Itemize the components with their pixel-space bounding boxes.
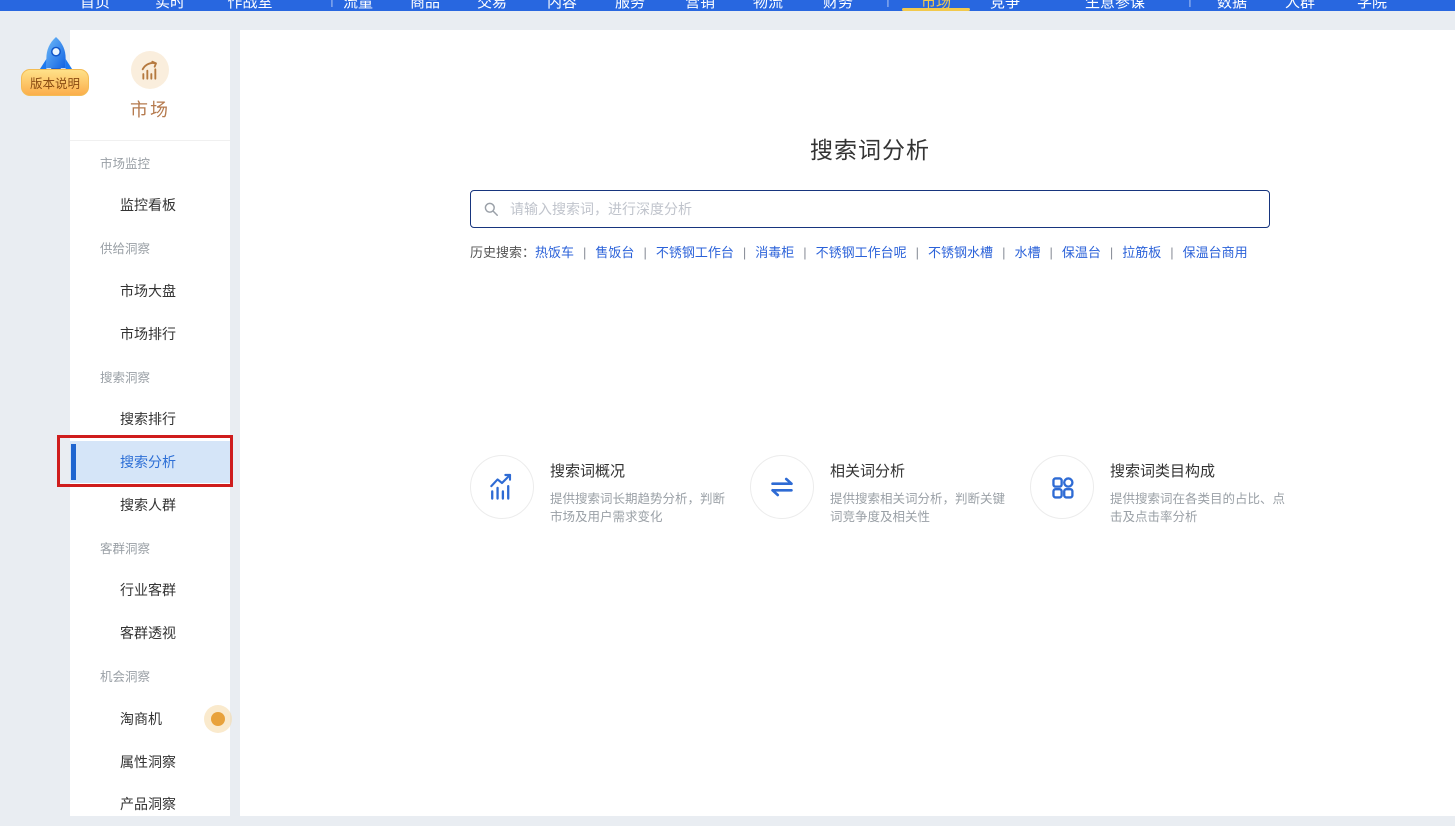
feature-desc: 提供搜索词长期趋势分析，判断市场及用户需求变化 <box>550 490 728 526</box>
sidebar-section-search: 搜索洞察 <box>70 355 230 398</box>
sidebar-title: 市场 <box>70 96 230 122</box>
sidebar-item-search-audience[interactable]: 搜索人群 <box>70 483 230 526</box>
topnav-item[interactable]: 实时 <box>155 0 185 11</box>
feature-cards: 搜索词概况 提供搜索词长期趋势分析，判断市场及用户需求变化 相关词分析 提供搜索… <box>470 455 1290 526</box>
topnav-item[interactable]: 流量 <box>343 0 373 11</box>
history-term[interactable]: 不锈钢工作台呢 <box>794 242 906 261</box>
topnav-divider <box>886 0 890 7</box>
sidebar-section-supply: 供给洞察 <box>70 227 230 270</box>
history-term[interactable]: 保温台商用 <box>1161 242 1247 261</box>
topnav-item[interactable]: 交易 <box>477 0 507 11</box>
sidebar-item-attribute-insight[interactable]: 属性洞察 <box>70 740 230 783</box>
feature-title: 搜索词概况 <box>550 460 728 481</box>
feature-card-keyword-overview[interactable]: 搜索词概况 提供搜索词长期趋势分析，判断市场及用户需求变化 <box>470 455 730 526</box>
topnav-item[interactable]: 物流 <box>753 0 783 11</box>
page-title: 搜索词分析 <box>470 131 1270 165</box>
history-term[interactable]: 拉筋板 <box>1101 242 1161 261</box>
topnav-item[interactable]: 财务 <box>823 0 853 11</box>
topnav-item[interactable]: 生意参谋 <box>1085 0 1145 11</box>
swap-arrows-icon <box>750 455 814 519</box>
trend-chart-icon <box>470 455 534 519</box>
search-box[interactable] <box>470 190 1270 228</box>
sidebar-item-label: 淘商机 <box>120 709 162 729</box>
topnav-divider <box>330 0 334 7</box>
sidebar-item-product-insight[interactable]: 产品洞察 <box>70 783 230 826</box>
sidebar-item-search-analysis[interactable]: 搜索分析 <box>70 441 230 484</box>
topnav-item[interactable]: 服务 <box>615 0 645 11</box>
sidebar-section-market-monitor: 市场监控 <box>70 141 230 184</box>
topnav-item[interactable]: 营销 <box>685 0 715 11</box>
sidebar-header: 市场 <box>70 30 230 141</box>
history-term[interactable]: 水槽 <box>993 242 1040 261</box>
sidebar-item-search-ranking[interactable]: 搜索排行 <box>70 398 230 441</box>
sidebar-item-market-overview[interactable]: 市场大盘 <box>70 269 230 312</box>
history-term[interactable]: 不锈钢水槽 <box>907 242 993 261</box>
sidebar-item-tao-opportunity[interactable]: 淘商机 <box>70 697 230 740</box>
sidebar-item-market-ranking[interactable]: 市场排行 <box>70 312 230 355</box>
topnav-item[interactable]: 人群 <box>1285 0 1315 11</box>
topnav-active-underline <box>902 8 970 11</box>
main-panel: 搜索词分析 历史搜索： 热饭车 售饭台 不锈钢工作台 消毒柜 不锈钢工作台呢 不… <box>240 30 1455 816</box>
sidebar-section-audience: 客群洞察 <box>70 526 230 569</box>
history-term[interactable]: 热饭车 <box>535 242 574 261</box>
grid-icon <box>1030 455 1094 519</box>
version-notes-badge[interactable]: 版本说明 <box>21 69 89 96</box>
history-term[interactable]: 售饭台 <box>574 242 634 261</box>
topnav-item[interactable]: 商品 <box>410 0 440 11</box>
search-input[interactable] <box>508 200 1257 218</box>
sidebar-item-monitor-board[interactable]: 监控看板 <box>70 184 230 227</box>
search-icon <box>483 201 499 217</box>
top-navbar: 首页 实时 作战室 流量 商品 交易 内容 服务 营销 物流 财务 市场 竞争 … <box>0 0 1455 11</box>
topnav-item[interactable]: 首页 <box>80 0 110 11</box>
feature-card-category-composition[interactable]: 搜索词类目构成 提供搜索词在各类目的占比、点击及点击率分析 <box>1030 455 1290 526</box>
market-chart-icon <box>131 51 169 89</box>
topnav-item[interactable]: 内容 <box>547 0 577 11</box>
feature-card-related-words[interactable]: 相关词分析 提供搜索相关词分析，判断关键词竞争度及相关性 <box>750 455 1010 526</box>
sidebar-item-industry-audience[interactable]: 行业客群 <box>70 569 230 612</box>
history-term[interactable]: 保温台 <box>1040 242 1100 261</box>
new-feature-dot <box>211 712 225 726</box>
feature-desc: 提供搜索词在各类目的占比、点击及点击率分析 <box>1110 490 1288 526</box>
search-history: 历史搜索： 热饭车 售饭台 不锈钢工作台 消毒柜 不锈钢工作台呢 不锈钢水槽 水… <box>470 242 1270 261</box>
sidebar: 市场 市场监控 监控看板 供给洞察 市场大盘 市场排行 搜索洞察 搜索排行 搜索… <box>70 30 230 816</box>
history-term[interactable]: 消毒柜 <box>734 242 794 261</box>
sidebar-item-audience-insight[interactable]: 客群透视 <box>70 612 230 655</box>
history-label: 历史搜索： <box>470 242 535 261</box>
feature-desc: 提供搜索相关词分析，判断关键词竞争度及相关性 <box>830 490 1008 526</box>
topnav-item[interactable]: 数据 <box>1217 0 1247 11</box>
topnav-item[interactable]: 作战室 <box>227 0 272 11</box>
history-term[interactable]: 不锈钢工作台 <box>634 242 733 261</box>
topnav-item[interactable]: 学院 <box>1357 0 1387 11</box>
sidebar-section-opportunity: 机会洞察 <box>70 655 230 698</box>
feature-title: 相关词分析 <box>830 460 1008 481</box>
topnav-item[interactable]: 竞争 <box>990 0 1020 11</box>
sidebar-menu: 市场监控 监控看板 供给洞察 市场大盘 市场排行 搜索洞察 搜索排行 搜索分析 … <box>70 141 230 826</box>
feature-title: 搜索词类目构成 <box>1110 460 1288 481</box>
topnav-divider <box>1188 0 1192 7</box>
